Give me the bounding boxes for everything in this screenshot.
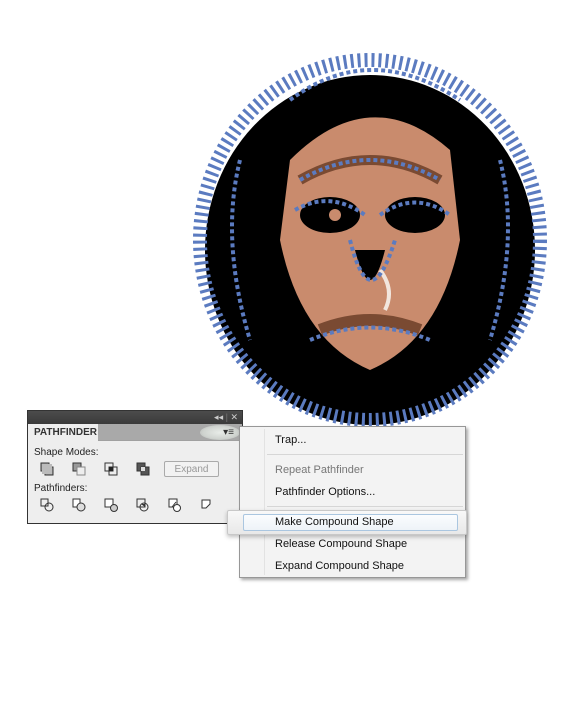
minus-back-icon — [201, 499, 211, 509]
close-icon[interactable]: ✕ — [230, 412, 238, 422]
pathfinders-label: Pathfinders: — [34, 483, 88, 494]
panel-titlebar[interactable]: ◂◂ | ✕ — [28, 411, 242, 424]
trim-icon — [72, 498, 86, 512]
menu-item-make-compound-shape[interactable]: Make Compound Shape — [275, 516, 394, 528]
crop-icon — [136, 498, 149, 512]
menu-item-expand-compound-shape[interactable]: Expand Compound Shape — [275, 560, 404, 572]
divide-icon — [40, 498, 54, 512]
menu-item-release-compound-shape[interactable]: Release Compound Shape — [275, 538, 407, 550]
outline-icon — [168, 498, 181, 512]
shape-modes-label: Shape Modes: — [34, 447, 99, 458]
unite-icon — [40, 462, 54, 476]
menu-item-repeat-pathfinder: Repeat Pathfinder — [275, 464, 364, 476]
panel-menu-icon: ▾≡ — [223, 427, 234, 438]
crop-button[interactable] — [136, 498, 150, 512]
pathfinder-panel: ◂◂ | ✕ PATHFINDER ▾≡ Shape Modes: Expand… — [27, 410, 243, 524]
menu-separator — [267, 506, 463, 507]
minus-front-button[interactable] — [72, 462, 86, 476]
exclude-button[interactable] — [136, 462, 150, 476]
unite-button[interactable] — [40, 462, 54, 476]
intersect-button[interactable] — [104, 462, 118, 476]
panel-menu-button[interactable]: ▾≡ — [200, 425, 240, 440]
minus-front-icon — [72, 462, 86, 476]
exclude-icon — [136, 462, 150, 476]
minus-back-button[interactable] — [200, 498, 214, 512]
menu-item-pathfinder-options[interactable]: Pathfinder Options... — [275, 486, 375, 498]
menu-item-trap[interactable]: Trap... — [275, 434, 306, 446]
tab-pathfinder[interactable]: PATHFINDER — [28, 424, 98, 441]
merge-button[interactable] — [104, 498, 118, 512]
outline-button[interactable] — [168, 498, 182, 512]
menu-separator — [267, 454, 463, 455]
merge-icon — [104, 498, 118, 512]
expand-button[interactable]: Expand — [164, 461, 219, 477]
intersect-icon — [104, 462, 118, 476]
panel-tabbar: PATHFINDER ▾≡ — [28, 424, 242, 441]
double-chevron-left-icon[interactable]: ◂◂ — [214, 412, 223, 422]
pathfinder-flyout-menu: Trap... Repeat Pathfinder Pathfinder Opt… — [227, 426, 467, 578]
divide-button[interactable] — [40, 498, 54, 512]
trim-button[interactable] — [72, 498, 86, 512]
ape-illustration[interactable] — [180, 40, 560, 430]
